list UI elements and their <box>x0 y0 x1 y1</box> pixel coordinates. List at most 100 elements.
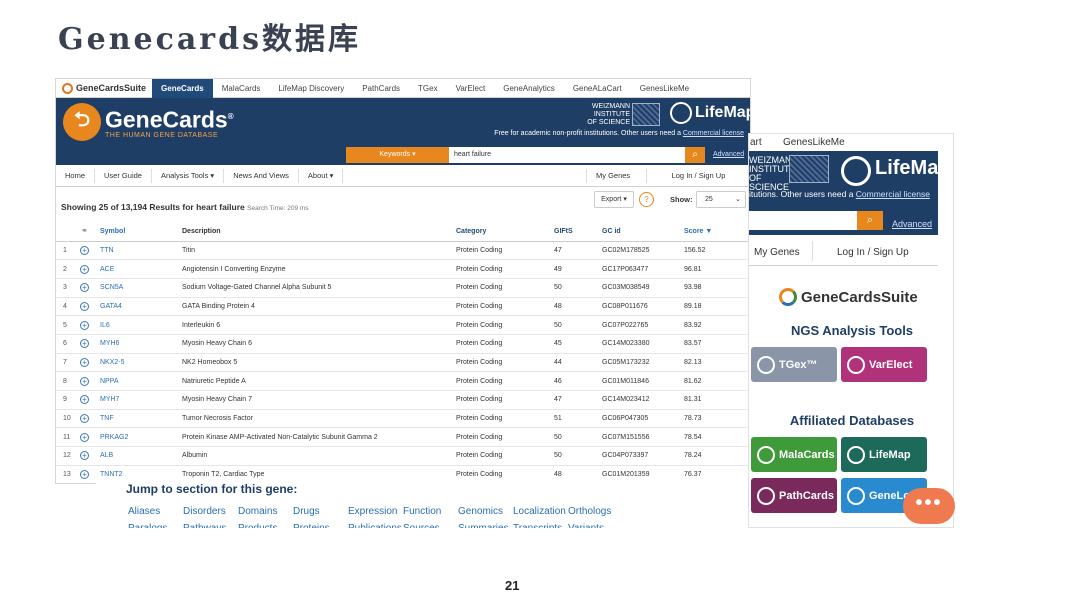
jump-link[interactable]: Drugs <box>293 506 320 517</box>
nav-about[interactable]: About ▾ <box>299 168 344 183</box>
expand-icon[interactable]: + <box>80 409 100 429</box>
plus-circle-icon[interactable]: + <box>80 301 89 311</box>
plus-circle-icon[interactable]: + <box>80 320 89 330</box>
expand-icon[interactable]: + <box>80 353 100 373</box>
jump-link[interactable]: Expression <box>348 506 397 517</box>
jump-link[interactable]: Disorders <box>183 506 226 517</box>
col-score[interactable]: Score ▼ <box>684 223 750 242</box>
plus-circle-icon[interactable]: + <box>80 432 89 442</box>
tab-genealacart-partial[interactable]: art <box>750 137 762 148</box>
tab-malacards[interactable]: MalaCards <box>213 79 270 98</box>
table-row[interactable]: 1 + TTN Titin Protein Coding 47 GC02M178525 156… <box>56 241 750 261</box>
plus-circle-icon[interactable]: + <box>80 376 89 386</box>
gene-symbol-link[interactable]: MYH6 <box>100 334 182 354</box>
jump-link[interactable]: Domains <box>238 506 277 517</box>
tab-lifemap-discovery[interactable]: LifeMap Discovery <box>269 79 353 98</box>
expand-icon[interactable]: + <box>80 427 100 448</box>
expand-icon[interactable]: + <box>80 446 100 466</box>
tab-geneanalytics[interactable]: GeneAnalytics <box>494 79 564 98</box>
lifemap-text[interactable]: LifeMap <box>875 157 951 180</box>
jump-link[interactable]: Orthologs <box>568 506 611 517</box>
tab-varelect[interactable]: VarElect <box>447 79 495 98</box>
expand-icon[interactable]: + <box>80 259 100 279</box>
database-tile[interactable]: PathCards <box>751 478 837 513</box>
gene-symbol-link[interactable]: IL6 <box>100 315 182 335</box>
tab-pathcards[interactable]: PathCards <box>353 79 409 98</box>
table-row[interactable]: 12 + ALB Albumin Protein Coding 50 GC04P073397… <box>56 446 750 466</box>
jump-link[interactable]: Variants <box>568 523 604 528</box>
gene-symbol-link[interactable]: ALB <box>100 446 182 466</box>
tab-geneslikeme[interactable]: GenesLikeMe <box>783 137 845 148</box>
advanced-search-link[interactable]: Advanced <box>892 219 932 229</box>
jump-link[interactable]: Summaries <box>458 523 509 528</box>
jump-link[interactable]: Function <box>403 506 441 517</box>
plus-circle-icon[interactable]: + <box>80 395 89 405</box>
expand-icon[interactable]: + <box>80 315 100 335</box>
jump-link[interactable]: Publications <box>348 523 402 528</box>
commercial-license-link[interactable]: Commercial license <box>683 130 744 137</box>
database-tile[interactable]: MalaCards <box>751 437 837 472</box>
col-symbol[interactable]: Symbol <box>100 223 182 242</box>
table-row[interactable]: 11 + PRKAG2 Protein Kinase AMP-Activated No… <box>56 427 750 448</box>
plus-circle-icon[interactable]: + <box>80 283 89 293</box>
jump-link[interactable]: Sources <box>403 523 440 528</box>
chat-button[interactable]: ••• <box>903 488 955 524</box>
expand-icon[interactable]: + <box>80 334 100 354</box>
plus-circle-icon[interactable]: + <box>80 245 89 255</box>
nav-login-signup[interactable]: Log In / Sign Up <box>837 247 909 258</box>
search-button[interactable]: ⌕ <box>857 211 883 230</box>
plus-circle-icon[interactable]: + <box>80 264 89 274</box>
tab-geneslikeme[interactable]: GenesLikeMe <box>631 79 698 98</box>
expand-icon[interactable]: + <box>80 390 100 410</box>
col-gcid[interactable]: GC id <box>602 223 684 242</box>
advanced-search-link[interactable]: Advanced <box>713 151 744 158</box>
commercial-license-link[interactable]: Commercial license <box>856 189 930 199</box>
table-row[interactable]: 2 + ACE Angiotensin I Converting Enzyme Prot… <box>56 259 750 279</box>
genecards-logo[interactable]: ⮌ GeneCards® THE HUMAN GENE DATABASE <box>63 103 234 141</box>
nav-user-guide[interactable]: User Guide <box>95 168 152 183</box>
table-row[interactable]: 8 + NPPA Natriuretic Peptide A Protein Codin… <box>56 371 750 391</box>
jump-link[interactable]: Localization <box>513 506 566 517</box>
gene-symbol-link[interactable]: NKX2-5 <box>100 353 182 373</box>
gene-symbol-link[interactable]: GATA4 <box>100 297 182 317</box>
tab-genecards[interactable]: GeneCards <box>152 79 213 98</box>
database-tile[interactable]: VarElect <box>841 347 927 382</box>
nav-analysis-tools[interactable]: Analysis Tools ▾ <box>152 168 225 183</box>
gene-symbol-link[interactable]: TTN <box>100 241 182 261</box>
expand-icon[interactable]: + <box>80 297 100 317</box>
plus-circle-icon[interactable]: + <box>80 357 89 367</box>
help-icon[interactable]: ? <box>639 192 654 207</box>
plus-circle-icon[interactable]: + <box>80 470 89 480</box>
expand-icon[interactable]: + <box>80 371 100 391</box>
gene-symbol-link[interactable]: MYH7 <box>100 390 182 410</box>
search-button[interactable]: ⌕ <box>685 147 705 163</box>
suite-logo[interactable]: GeneCardsSuite <box>56 82 152 94</box>
plus-circle-icon[interactable]: + <box>80 451 89 461</box>
gene-symbol-link[interactable]: NPPA <box>100 371 182 391</box>
jump-link[interactable]: Aliases <box>128 506 160 517</box>
table-row[interactable]: 6 + MYH6 Myosin Heavy Chain 6 Protein Coding… <box>56 334 750 354</box>
keywords-dropdown[interactable]: Keywords ▾ <box>346 147 449 163</box>
nav-home[interactable]: Home <box>56 168 96 183</box>
jump-link[interactable]: Transcripts <box>513 523 562 528</box>
col-description[interactable]: Description <box>182 223 456 242</box>
search-input[interactable] <box>749 211 857 230</box>
table-row[interactable]: 4 + GATA4 GATA Binding Protein 4 Protein Cod… <box>56 297 750 317</box>
jump-link[interactable]: Genomics <box>458 506 503 517</box>
jump-link[interactable]: Proteins <box>293 523 330 528</box>
gene-symbol-link[interactable]: ACE <box>100 259 182 279</box>
suite-logo[interactable]: GeneCardsSuite <box>779 288 918 306</box>
expand-icon[interactable]: + <box>80 278 100 298</box>
export-button[interactable]: Export ▾ <box>594 191 634 208</box>
table-row[interactable]: 9 + MYH7 Myosin Heavy Chain 7 Protein Coding… <box>56 390 750 410</box>
table-row[interactable]: 7 + NKX2-5 NK2 Homeobox 5 Protein Coding 44 GC… <box>56 353 750 373</box>
jump-link[interactable]: Pathways <box>183 523 226 528</box>
nav-my-genes[interactable]: My Genes <box>754 247 800 258</box>
col-gifts[interactable]: GIFtS <box>554 223 602 242</box>
database-tile[interactable]: LifeMap <box>841 437 927 472</box>
table-row[interactable]: 3 + SCN5A Sodium Voltage-Gated Channel Alph… <box>56 278 750 298</box>
lifemap-logo[interactable]: LifeMap <box>670 102 750 124</box>
nav-my-genes[interactable]: My Genes <box>586 169 646 183</box>
nav-login-signup[interactable]: Log In / Sign Up <box>646 169 750 183</box>
tab-tgex[interactable]: TGex <box>409 79 447 98</box>
